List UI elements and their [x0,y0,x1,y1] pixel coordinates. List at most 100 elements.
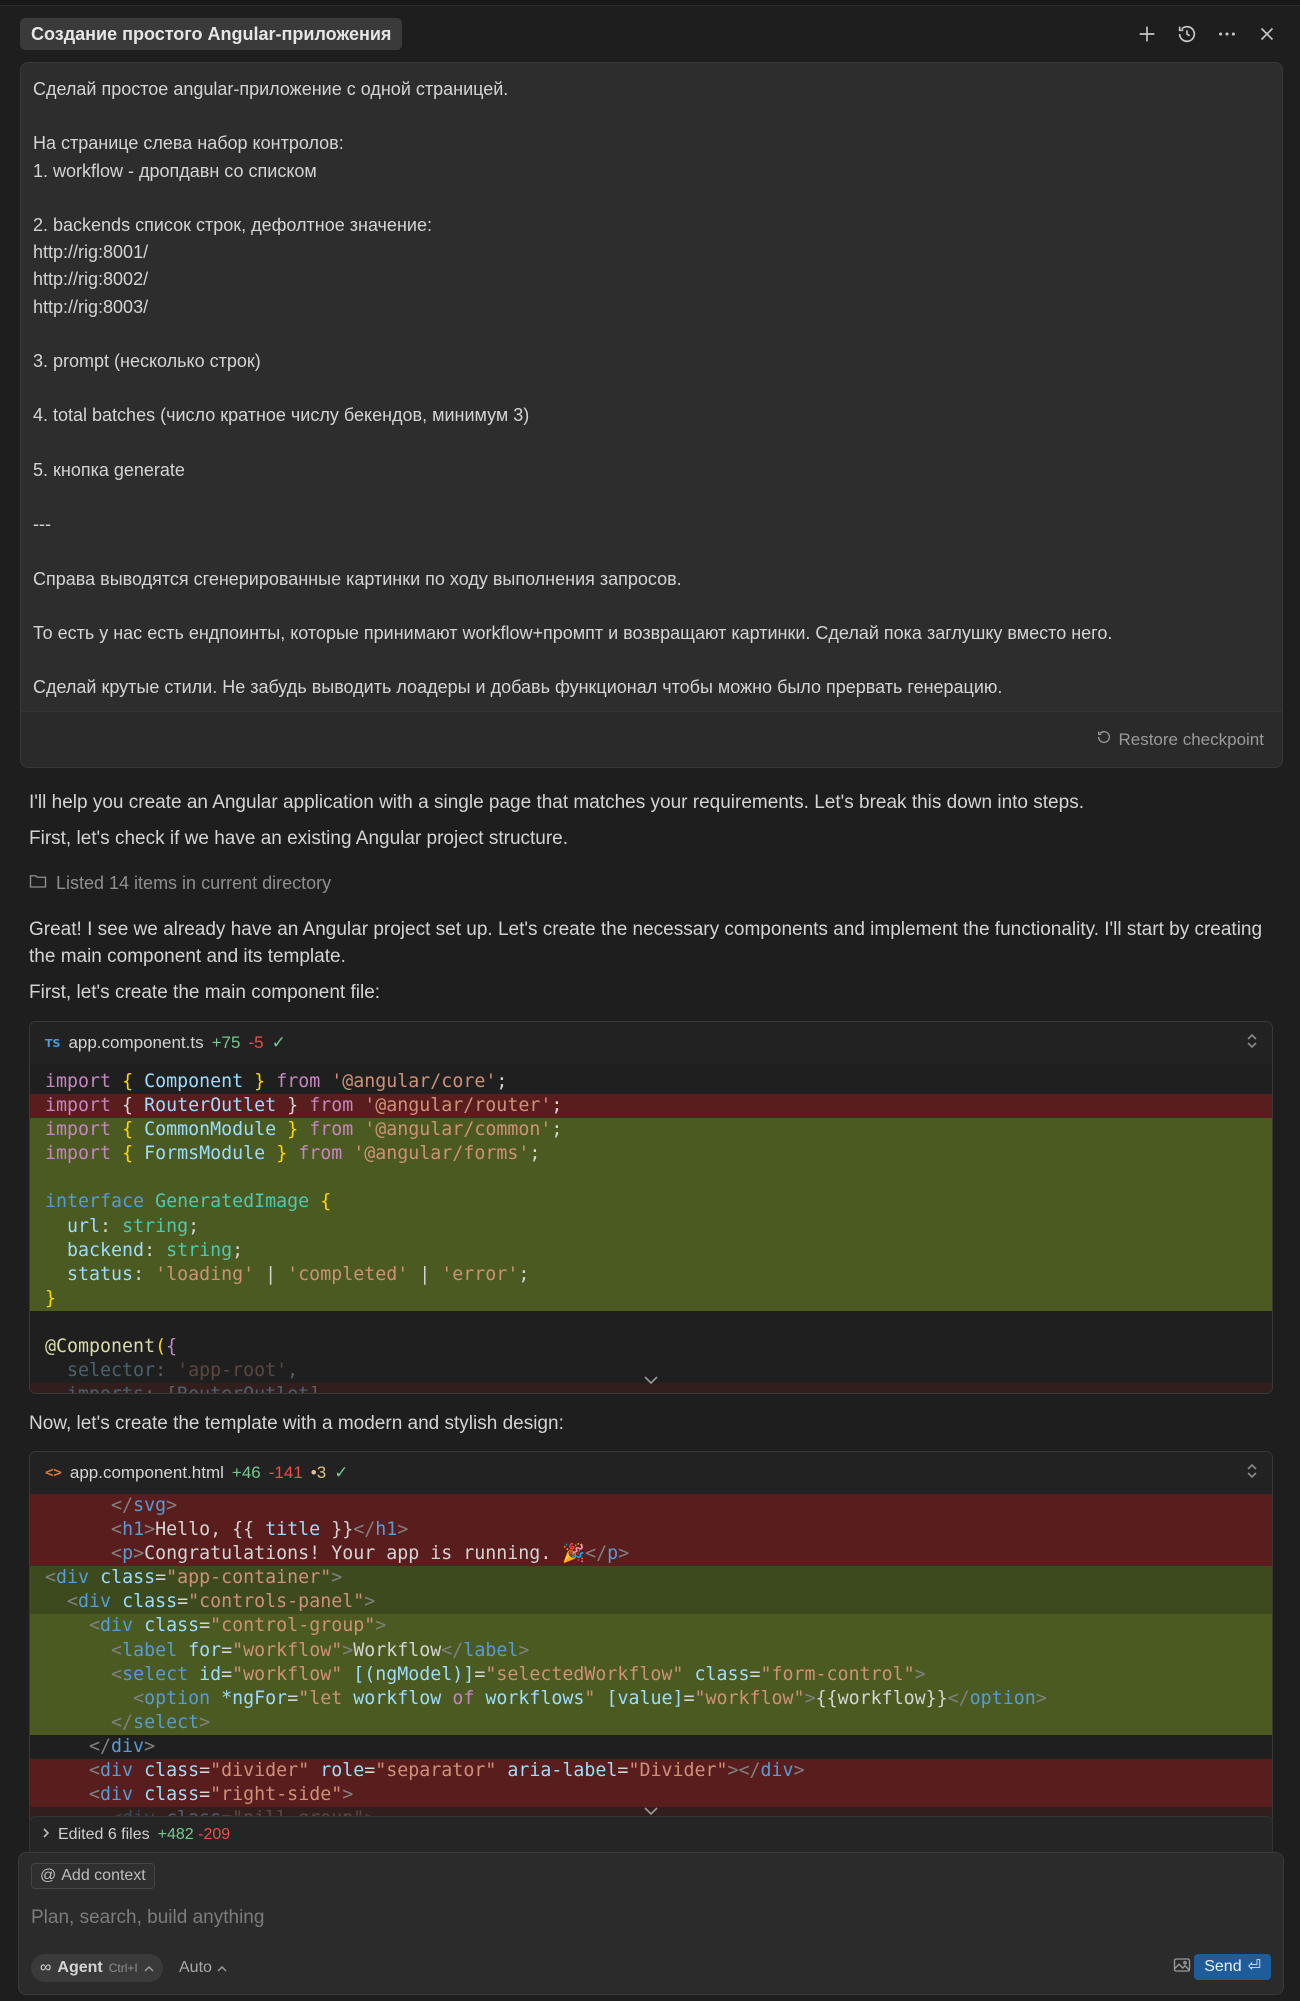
code-line-added: <label for="workflow">Workflow</label> [30,1638,1272,1663]
code-diff-block[interactable]: TS app.component.ts +75 -5 ✓ import { Co… [29,1021,1273,1394]
more-icon[interactable] [1214,21,1240,47]
window-top-border [0,0,1300,6]
user-message-line [33,103,1263,130]
edited-lines-removed: -209 [198,1825,231,1843]
code-line-added: </select> [30,1710,1272,1735]
code-line-added: <select id="workflow" [(ngModel)]="selec… [30,1662,1272,1687]
code-line-added: <option *ngFor="let workflow of workflow… [30,1686,1272,1711]
agent-mode-selector[interactable]: ∞ Agent Ctrl+I [31,1954,163,1982]
history-icon[interactable] [1174,21,1200,47]
chat-title[interactable]: Создание простого Angular-приложения [20,18,403,50]
edited-lines-added: +482 [157,1825,194,1843]
user-message-line: http://rig:8001/ [33,242,149,263]
expand-collapse-icon[interactable] [1246,1463,1258,1484]
send-button[interactable]: Send ⏎ [1194,1954,1271,1980]
edited-files-label: Edited 6 files [58,1825,150,1843]
typescript-file-icon: TS [45,1036,61,1050]
code-diff-block[interactable]: <> app.component.html +46 -141 •3 ✓ </sv… [29,1451,1273,1825]
user-message-line: 2. backends список строк, дефолтное знач… [33,215,432,236]
code-content: import { Component } from '@angular/core… [30,1064,1272,1393]
code-line-added: url: string; [30,1214,1272,1239]
code-block-filename: app.component.ts [68,1033,204,1052]
code-content: </svg> <h1>Hello, {{ title }}</h1> <p>Co… [30,1494,1272,1824]
user-message-line: 5. кнопка generate [33,459,185,480]
user-message-line: То есть у нас есть ендпоинты, которые пр… [33,623,1113,644]
folder-icon [29,873,47,894]
user-message-line: 3. prompt (несколько строк) [33,351,261,372]
chevron-up-icon [144,1959,154,1977]
user-message-line: Сделай простое angular-приложение с одно… [33,79,509,99]
user-message-line [33,185,1263,212]
assistant-paragraph: I'll help you create an Angular applicat… [29,792,1084,813]
chevron-up-icon [217,1959,227,1977]
user-message-line: Справа выводятся сгенерированные картинк… [33,568,682,589]
send-label: Send [1204,1958,1242,1975]
header-actions [1134,18,1280,50]
code-block-filename: app.component.html [69,1463,224,1482]
lines-modified: •3 [310,1463,327,1482]
code-line-added: <div class="app-container"> [30,1566,1272,1591]
code-line-added: interface GeneratedImage { [30,1190,1272,1215]
expand-collapse-icon[interactable] [1246,1033,1258,1054]
user-message-line [33,538,1263,565]
code-line-removed: import { RouterOutlet } from '@angular/r… [30,1094,1272,1119]
enter-icon: ⏎ [1247,1958,1261,1975]
close-icon[interactable] [1254,21,1280,47]
check-icon: ✓ [334,1463,349,1482]
user-message-line [33,647,1263,674]
code-block-header[interactable]: TS app.component.ts +75 -5 ✓ [30,1022,1272,1064]
code-line-added: <div class="controls-panel"> [30,1590,1272,1615]
tool-call-list-dir[interactable]: Listed 14 items in current directory [29,873,331,894]
user-message-line: --- [33,514,51,535]
lines-removed: -5 [248,1033,264,1052]
html-file-icon: <> [45,1465,62,1481]
chat-header: Создание простого Angular-приложения [20,18,1280,50]
user-message-line: Сделай крутые стили. Не забудь выводить … [33,677,1003,698]
code-line-removed: <div class="divider" role="separator" ar… [30,1759,1272,1784]
model-label: Auto [179,1959,212,1976]
code-line-added: } [30,1286,1272,1311]
user-message-line: 4. total batches (число кратное числу бе… [33,405,530,426]
lines-removed: -141 [268,1463,303,1482]
user-message-line [33,321,1263,348]
plus-icon[interactable] [1134,21,1160,47]
edited-files-bar[interactable]: Edited 6 files +482 -209 [29,1816,1273,1852]
restore-checkpoint-label: Restore checkpoint [1118,729,1264,749]
code-line-added: backend: string; [30,1238,1272,1263]
user-message-line [33,430,1263,457]
code-block-header[interactable]: <> app.component.html +46 -141 •3 ✓ [30,1452,1272,1494]
check-icon: ✓ [271,1033,286,1052]
at-icon: @ [40,1867,57,1884]
restore-checkpoint-button[interactable]: Restore checkpoint [1096,729,1264,750]
code-line: import { Component } from '@angular/core… [45,1071,508,1092]
image-icon[interactable] [1173,1957,1191,1979]
code-line-removed: <p>Congratulations! Your app is running.… [30,1542,1272,1567]
infinity-icon: ∞ [40,1959,52,1976]
chevron-down-icon[interactable] [643,1369,659,1391]
code-line-removed: </svg> [30,1494,1272,1519]
assistant-paragraph: First, let's create the main component f… [29,982,381,1003]
user-message-footer: Restore checkpoint [21,711,1282,767]
code-line-added: import { FormsModule } from '@angular/fo… [30,1142,1272,1167]
user-message-line: http://rig:8003/ [33,296,149,317]
code-line-added: status: 'loading' | 'completed' | 'error… [30,1262,1272,1287]
user-message-line: http://rig:8002/ [33,269,149,290]
code-line-removed: <h1>Hello, {{ title }}</h1> [30,1518,1272,1543]
tool-call-label: Listed 14 items in current directory [56,873,332,893]
agent-shortcut: Ctrl+I [108,1961,138,1975]
chevron-right-icon [42,1826,50,1844]
model-selector[interactable]: Auto [179,1954,227,1982]
code-line-added: import { CommonModule } from '@angular/c… [30,1118,1272,1143]
user-message[interactable]: Сделай простое angular-приложение с одно… [20,62,1283,768]
code-line-added [30,1166,1272,1191]
user-message-text: Сделай простое angular-приложение с одно… [33,76,1263,702]
assistant-paragraph: Great! I see we already have an Angular … [29,919,1263,967]
add-context-button[interactable]: @ Add context [31,1863,155,1889]
chat-input[interactable] [31,1903,1031,1933]
restore-icon [1096,729,1112,750]
code-line-added: <div class="control-group"> [30,1614,1272,1639]
user-message-line [33,375,1263,402]
user-message-line [33,593,1263,620]
assistant-paragraph: First, let's check if we have an existin… [29,828,569,849]
code-line: @Component({ [45,1336,178,1358]
